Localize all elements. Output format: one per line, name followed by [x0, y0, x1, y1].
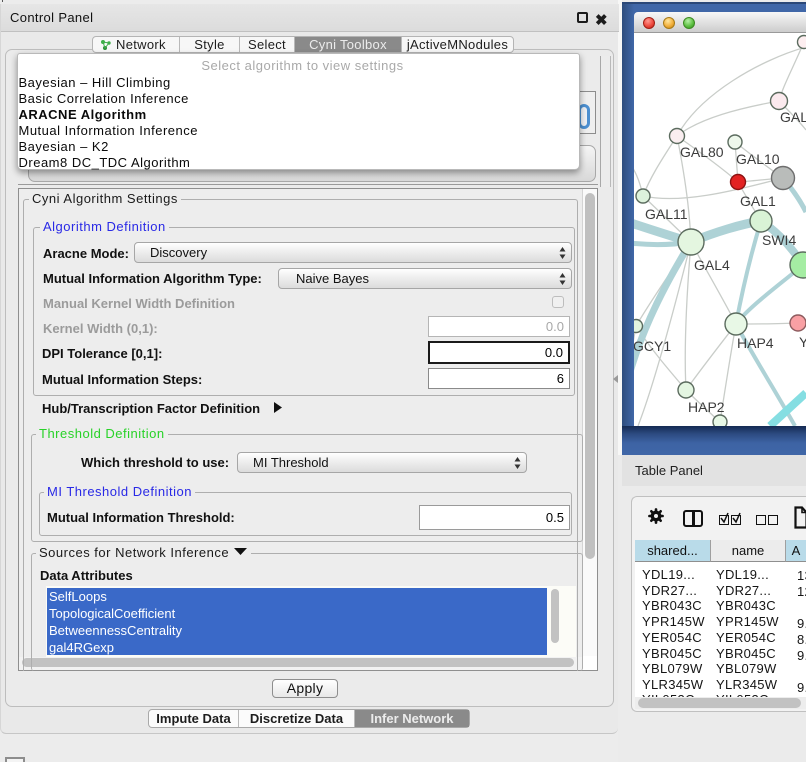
svg-text:GAL11: GAL11: [645, 206, 688, 222]
svg-text:GAL1: GAL1: [740, 193, 776, 209]
svg-text:GAL80: GAL80: [680, 144, 724, 160]
svg-text:GAL10: GAL10: [736, 151, 780, 167]
svg-text:GAL: GAL: [780, 109, 806, 125]
svg-text:HAP4: HAP4: [737, 335, 774, 351]
svg-text:SWI4: SWI4: [762, 232, 796, 248]
svg-text:HAP2: HAP2: [688, 399, 725, 415]
svg-text:GAL4: GAL4: [694, 257, 730, 273]
svg-text:Y: Y: [799, 334, 806, 350]
svg-text:GCY1: GCY1: [634, 338, 671, 354]
